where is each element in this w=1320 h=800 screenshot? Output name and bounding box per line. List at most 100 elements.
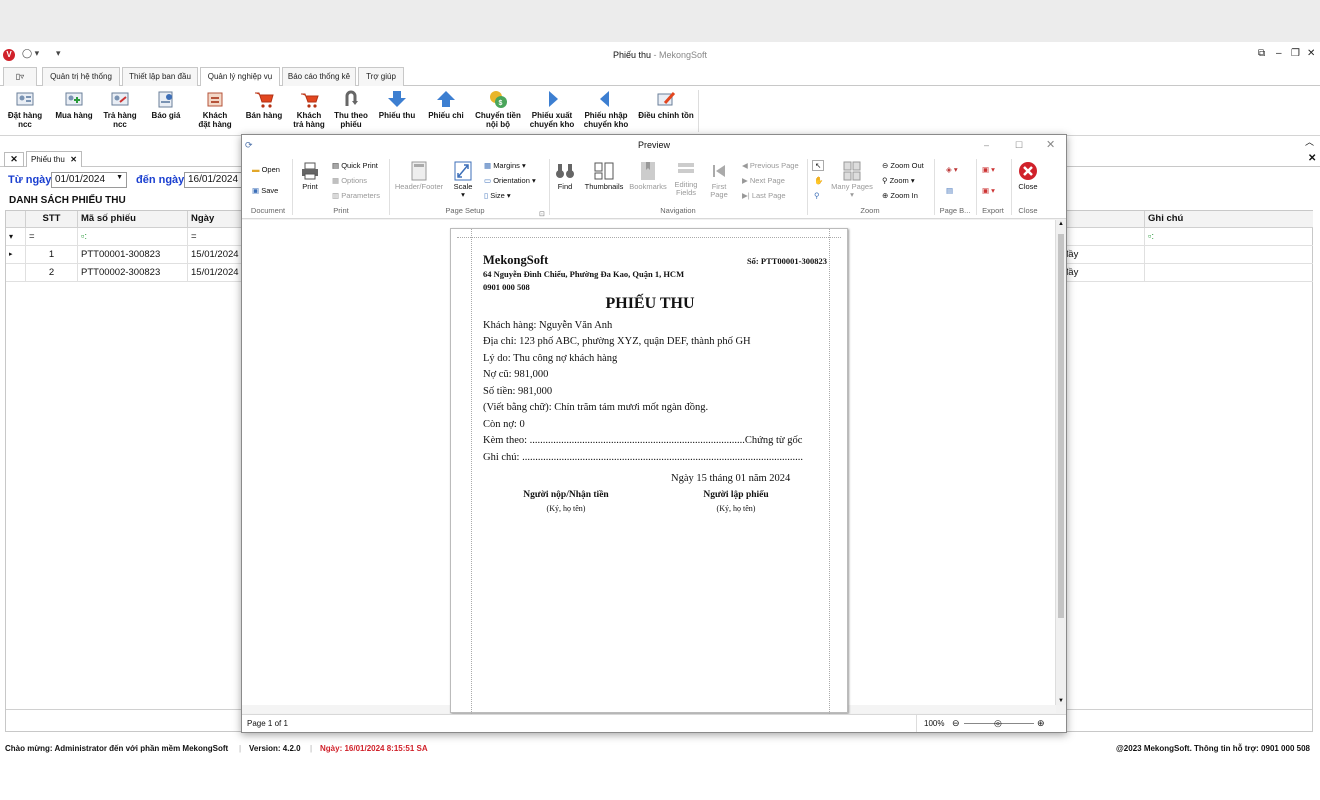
minimize-icon[interactable]: – <box>1276 48 1282 59</box>
zoom-button[interactable]: ⚲ Zoom ▾ <box>882 176 915 185</box>
close-all-icon[interactable]: ✕ <box>4 152 24 167</box>
payment-up-icon <box>437 91 455 107</box>
previous-page-button[interactable]: ◀ Previous Page <box>742 161 799 170</box>
bookmarks-label: Bookmarks <box>629 182 667 191</box>
cell-ngay[interactable]: 15/01/2024 <box>188 264 248 282</box>
filter-hidden[interactable] <box>1060 228 1145 246</box>
zoom-in-button[interactable]: ⊕ Zoom In <box>882 191 918 200</box>
cell-hidden[interactable]: đầy <box>1060 264 1145 282</box>
cell-ngay[interactable]: 15/01/2024 <box>188 246 248 264</box>
ribbon-khach-dat-hang[interactable]: Khách đặt hàng <box>194 89 236 129</box>
quick-print-button[interactable]: ▤ Quick Print <box>332 161 378 170</box>
tab-tro-giup[interactable]: Trợ giúp <box>358 67 404 86</box>
page-color-button[interactable]: ◈ ▾ <box>946 165 958 174</box>
collect-icon <box>345 90 358 106</box>
ribbon-thu-theo-phieu[interactable]: Thu theo phiếu <box>332 89 370 129</box>
ribbon-khach-tra-hang[interactable]: Khách trả hàng <box>290 89 328 129</box>
zoom-slider-thumb[interactable]: ◎ <box>994 715 1002 732</box>
find-button[interactable]: Find <box>554 161 576 191</box>
orientation-button[interactable]: ▭ Orientation ▾ <box>484 176 536 185</box>
parameters-label: Parameters <box>341 191 380 200</box>
cell-ma[interactable]: PTT00001-300823 <box>78 246 188 264</box>
ribbon-phieu-thu[interactable]: Phiếu thu <box>377 89 417 120</box>
filter-ghi-chu[interactable]: ▫: <box>1145 228 1313 246</box>
scale-button[interactable]: Scale ▾ <box>451 161 475 199</box>
dropdown-icon[interactable]: ▼ <box>116 174 123 181</box>
hand-tool-button[interactable]: ✋ <box>814 176 823 185</box>
preview-close-icon[interactable]: ✕ <box>1046 135 1055 155</box>
collapse-ribbon-icon[interactable]: ︿ <box>1305 135 1314 148</box>
col-ma-so-phieu[interactable]: Mã số phiếu <box>78 211 188 228</box>
ribbon-phieu-chi[interactable]: Phiếu chi <box>426 89 466 120</box>
zoom-plus-icon[interactable]: ⊕ <box>1037 715 1045 732</box>
cell-ghi-chu[interactable] <box>1145 246 1313 264</box>
close-app-icon[interactable]: ✕ <box>1307 48 1315 59</box>
col-ghi-chu[interactable]: Ghi chú <box>1145 211 1313 228</box>
ribbon-dieu-chinh-ton[interactable]: Điều chỉnh tồn <box>637 89 695 120</box>
options-button[interactable]: ▦ Options <box>332 176 367 185</box>
tab-quan-ly-nghiep-vu[interactable]: Quản lý nghiệp vụ <box>200 67 280 87</box>
app-menu-button[interactable]: ▯▿ <box>3 67 37 86</box>
magnifier-tool-button[interactable]: ⚲ <box>814 191 820 200</box>
export-button[interactable]: ▣ ▾ <box>982 165 995 174</box>
bookmarks-button[interactable]: Bookmarks <box>629 161 667 191</box>
cell-ma[interactable]: PTT00002-300823 <box>78 264 188 282</box>
cell-stt[interactable]: 1 <box>26 246 78 264</box>
tab-quan-tri[interactable]: Quản trị hệ thống <box>42 67 120 86</box>
last-page-button[interactable]: ▶| Last Page <box>742 191 786 200</box>
send-button[interactable]: ▣ ▾ <box>982 186 995 195</box>
page-setup-launcher-icon[interactable]: ⊡ <box>539 210 545 218</box>
many-pages-button[interactable]: Many Pages ▾ <box>830 161 874 199</box>
parameters-button[interactable]: ▥ Parameters <box>332 191 380 200</box>
vertical-scrollbar[interactable]: ▲ ▼ <box>1055 220 1066 705</box>
size-button[interactable]: ▯ Size ▾ <box>484 191 511 200</box>
window-restore-small-icon[interactable]: ⧉ <box>1258 48 1265 59</box>
margins-button[interactable]: ▦ Margins ▾ <box>484 161 526 170</box>
tab-bao-cao[interactable]: Báo cáo thống kê <box>282 67 356 86</box>
tab-thiet-lap[interactable]: Thiết lập ban đầu <box>122 67 198 86</box>
ribbon-chuyen-tien-noi-bo[interactable]: $ Chuyển tiền nội bộ <box>474 89 522 129</box>
filter-ma[interactable]: ▫: <box>78 228 188 246</box>
open-button[interactable]: ▬ Open <box>252 165 280 174</box>
first-page-button[interactable]: First Page <box>706 161 732 199</box>
preview-minimize-icon[interactable]: – <box>984 135 989 155</box>
ribbon-bao-gia[interactable]: Báo giá <box>146 89 186 120</box>
editing-fields-button[interactable]: Editing Fields <box>670 161 702 197</box>
pointer-tool-button[interactable]: ↖ <box>812 160 825 171</box>
save-button[interactable]: ▣ Save <box>252 186 278 195</box>
from-date-input[interactable]: 01/01/2024 ▼ <box>51 172 127 188</box>
ribbon-ban-hang[interactable]: Bán hàng <box>243 89 285 120</box>
scroll-down-icon[interactable]: ▼ <box>1058 698 1064 704</box>
preview-maximize-icon[interactable]: ☐ <box>1015 135 1023 155</box>
zoom-minus-icon[interactable]: ⊖ <box>952 715 960 732</box>
window-title: Phiếu thu - MekongSoft <box>612 50 708 60</box>
close-preview-button[interactable]: Close <box>1016 161 1040 191</box>
zoom-out-button[interactable]: ⊖ Zoom Out <box>882 161 924 170</box>
thumbnails-button[interactable]: Thumbnails <box>584 161 624 191</box>
cell-ghi-chu[interactable] <box>1145 264 1313 282</box>
scroll-up-icon[interactable]: ▲ <box>1058 221 1064 227</box>
ribbon-tra-hang-ncc[interactable]: Trả hàng ncc <box>100 89 140 129</box>
ribbon-phieu-nhap-chuyen-kho[interactable]: Phiếu nhập chuyển kho <box>581 89 631 129</box>
bookmarks-icon <box>641 162 655 180</box>
scroll-thumb[interactable] <box>1058 234 1064 618</box>
to-date-input[interactable]: 16/01/2024 <box>184 172 244 188</box>
ribbon-mua-hang[interactable]: Mua hàng <box>52 89 96 120</box>
watermark-button[interactable]: ▤ <box>946 186 953 195</box>
col-stt[interactable]: STT <box>26 211 78 228</box>
header-footer-button[interactable]: Header/Footer <box>393 161 445 191</box>
filter-ngay[interactable]: = <box>188 228 248 246</box>
cell-hidden[interactable]: đầy <box>1060 246 1145 264</box>
ribbon-phieu-xuat-chuyen-kho[interactable]: Phiếu xuất chuyển kho <box>528 89 576 129</box>
tab-phieu-thu[interactable]: Phiếu thu ✕ <box>26 151 82 167</box>
maximize-icon[interactable]: ❐ <box>1291 48 1300 59</box>
filter-stt[interactable]: = <box>26 228 78 246</box>
print-button[interactable]: Print <box>298 161 322 191</box>
first-page-label: First Page <box>710 182 728 199</box>
next-page-button[interactable]: ▶ Next Page <box>742 176 785 185</box>
cell-stt[interactable]: 2 <box>26 264 78 282</box>
close-tab-icon[interactable]: ✕ <box>70 152 77 167</box>
ribbon-dat-hang-ncc[interactable]: Đặt hàng ncc <box>4 89 46 129</box>
close-document-icon[interactable]: ✕ <box>1308 153 1316 164</box>
col-ngay[interactable]: Ngày <box>188 211 248 228</box>
